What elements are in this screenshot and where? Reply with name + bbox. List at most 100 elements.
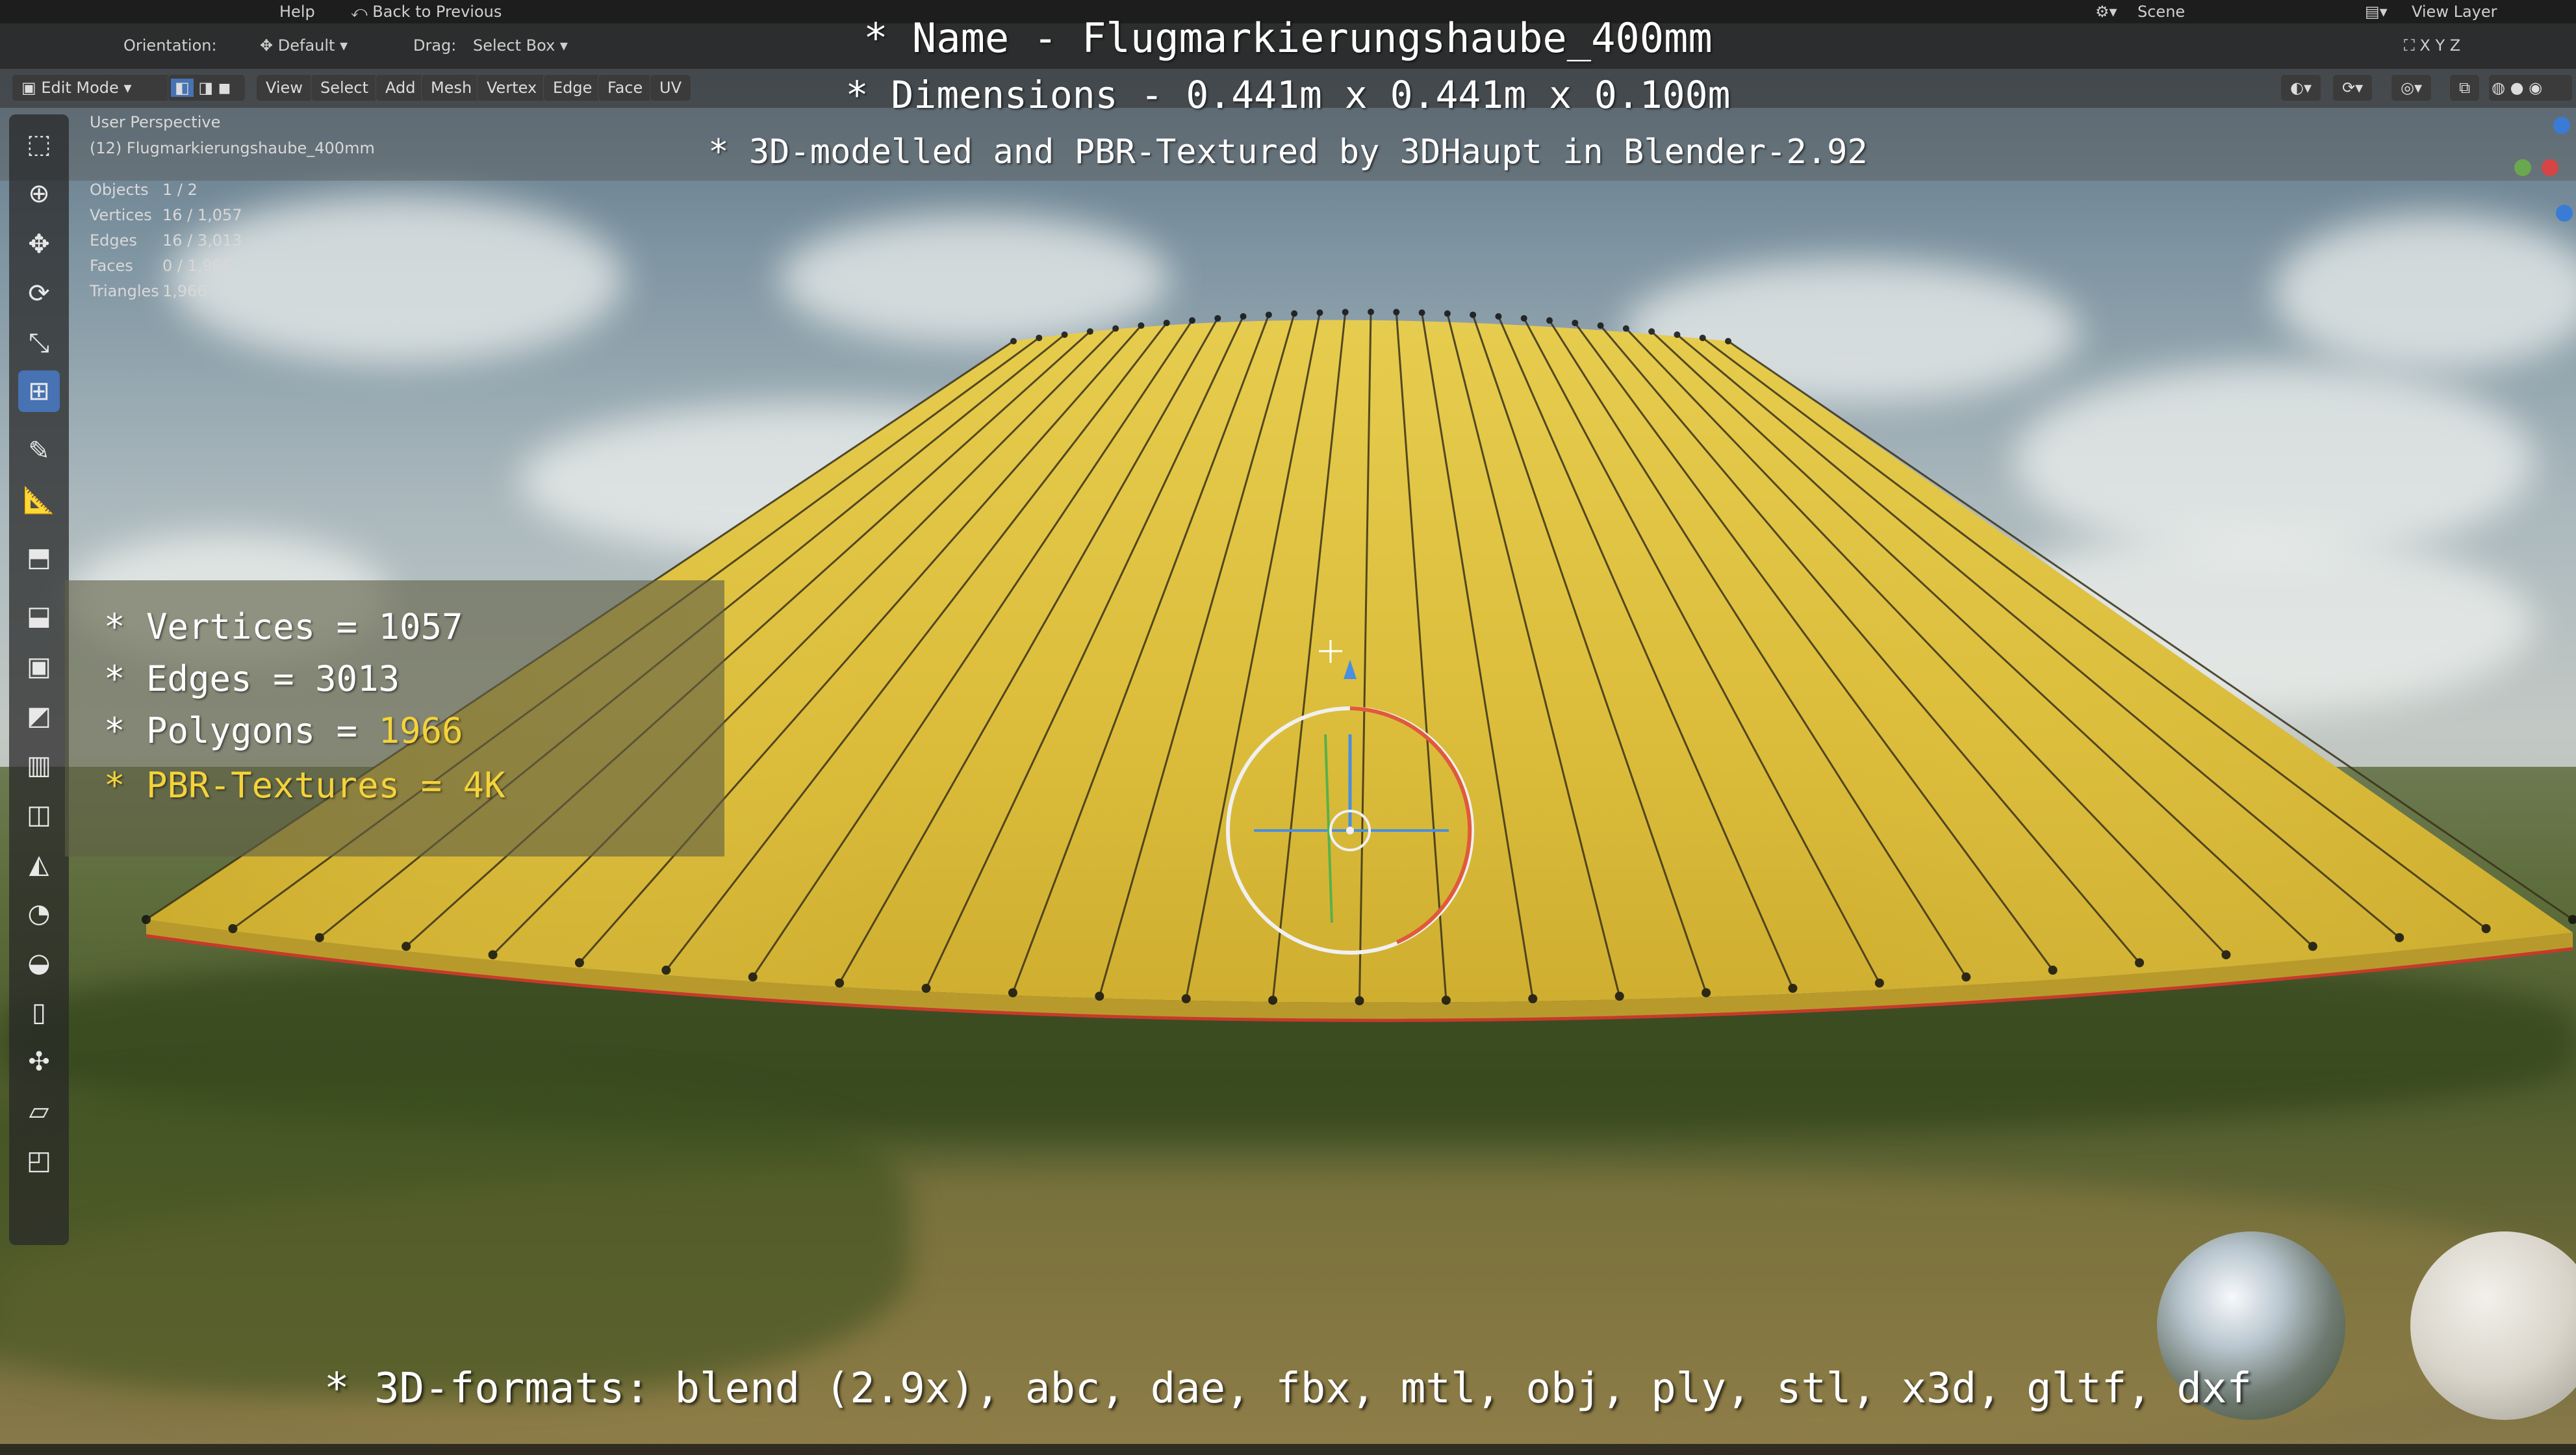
annotate-icon[interactable]: ✎: [18, 430, 60, 472]
vertex-dot: [1265, 311, 1272, 318]
inset-icon[interactable]: ▣: [18, 646, 60, 688]
vertex-dot: [1528, 994, 1538, 1003]
vertex-dot: [488, 950, 498, 960]
smooth-icon[interactable]: ◒: [18, 942, 60, 984]
measure-icon[interactable]: 📐: [18, 480, 60, 521]
vertex-dot: [2135, 958, 2145, 968]
vertex-dot: [661, 965, 671, 975]
vertices-stat: * Vertices = 1057: [104, 606, 463, 647]
stat-label: Faces: [90, 257, 133, 275]
vertex-dot: [1788, 983, 1798, 993]
vertex-dot: [1393, 309, 1400, 316]
vertex-dot: [1674, 331, 1681, 338]
stat-value: 16 / 3,013: [162, 231, 242, 250]
vertex-dot: [1095, 991, 1104, 1001]
vertex-dot: [1316, 309, 1323, 316]
vertex-dot: [1010, 338, 1017, 344]
stat-label: Triangles: [90, 282, 159, 300]
vertex-dot: [748, 972, 758, 982]
vertex-dot: [1441, 996, 1451, 1005]
move-icon[interactable]: ✥: [18, 224, 60, 265]
extrude-icon[interactable]: ⬓: [18, 595, 60, 637]
vertex-dot: [314, 933, 324, 942]
poly-build-icon[interactable]: ◭: [18, 843, 60, 885]
loop-cut-icon[interactable]: ▥: [18, 745, 60, 786]
vertex-dot: [835, 978, 845, 988]
vertex-dot: [2395, 933, 2404, 942]
vertex-dot: [1546, 317, 1553, 324]
navigation-gizmo[interactable]: [2501, 110, 2573, 240]
vertex-dot: [1572, 319, 1579, 326]
vertex-dot: [1008, 988, 1017, 998]
vertex-dot: [2048, 965, 2058, 975]
formats-line: * 3D-formats: blend (2.9x), abc, dae, fb…: [324, 1365, 2252, 1413]
vertex-dot: [1112, 325, 1119, 332]
vertex-dot: [1268, 996, 1278, 1005]
stat-value: 0 / 1,966: [162, 257, 233, 275]
z-axis-dot[interactable]: [2553, 117, 2570, 134]
bevel-icon[interactable]: ◩: [18, 695, 60, 737]
vertex-dot: [1597, 322, 1604, 329]
stat-value: 1,966: [162, 282, 207, 300]
vertex-dot: [2308, 942, 2317, 951]
pbr-textures-stat: * PBR-Textures = 4K: [104, 765, 505, 806]
model-credit-line: * 3D-modelled and PBR-Textured by 3DHaup…: [708, 133, 1868, 172]
transform-icon[interactable]: ⊞: [18, 370, 60, 412]
vertex-dot: [1648, 328, 1655, 335]
stat-label: Edges: [90, 231, 137, 250]
rip-icon[interactable]: ◰: [18, 1140, 60, 1181]
rotate-icon[interactable]: ⟳: [18, 273, 60, 315]
stat-label: Objects: [90, 181, 149, 199]
vertex-dot: [1086, 328, 1093, 335]
tool-shelf: ⬚ ⊕ ✥ ⟳ ⤡ ⊞ ✎ 📐 ⬒ ⬓ ▣ ◩ ▥ ◫ ◭ ◔ ◒ ▯ ✣ ▱ …: [9, 114, 69, 1245]
vertex-dot: [1342, 309, 1349, 316]
vertex-dot: [1355, 996, 1364, 1005]
vertex-dot: [1291, 310, 1298, 317]
vertex-dot: [1061, 331, 1068, 338]
vertex-dot: [228, 923, 238, 933]
active-object-label: (12) Flugmarkierungshaube_400mm: [90, 139, 375, 157]
vertex-dot: [1240, 313, 1247, 320]
vertex-dot: [1163, 319, 1170, 326]
vertex-dot: [1138, 322, 1145, 329]
vertex-dot: [1368, 309, 1374, 315]
y-axis-dot[interactable]: [2514, 159, 2531, 176]
shear-icon[interactable]: ▱: [18, 1090, 60, 1132]
polygons-stat: * Polygons = 1966: [104, 710, 463, 751]
vertex-dot: [1189, 317, 1195, 324]
neg-z-axis-dot[interactable]: [2556, 205, 2573, 222]
edges-stat: * Edges = 3013: [104, 658, 400, 699]
vertex-dot: [921, 983, 931, 993]
stat-value: 16 / 1,057: [162, 206, 242, 224]
vertex-dot: [1699, 334, 1706, 341]
vertex-dot: [1622, 325, 1629, 332]
vertex-dot: [1181, 994, 1191, 1003]
vertex-dot: [1725, 338, 1731, 344]
shrink-fatten-icon[interactable]: ✣: [18, 1041, 60, 1083]
knife-icon[interactable]: ◫: [18, 794, 60, 836]
vertex-dot: [1444, 310, 1451, 317]
vertex-dot: [2221, 950, 2231, 960]
vertex-dot: [1702, 988, 1711, 998]
vertex-dot: [2481, 923, 2491, 933]
model-dimensions-line: * Dimensions - 0.441m x 0.441m x 0.100m: [845, 73, 1731, 117]
edge-slide-icon[interactable]: ▯: [18, 992, 60, 1033]
select-box-icon[interactable]: ⬚: [18, 123, 60, 165]
vertex-dot: [402, 942, 411, 951]
status-bar: [0, 1444, 2576, 1455]
scale-icon[interactable]: ⤡: [18, 322, 60, 364]
vertex-dot: [1495, 313, 1502, 320]
x-axis-dot[interactable]: [2542, 159, 2558, 176]
vertex-dot: [1214, 315, 1221, 322]
model-name-line: * Name - Flugmarkierungshaube_400mm: [863, 14, 1713, 62]
vertex-dot: [1418, 309, 1425, 316]
add-cube-icon[interactable]: ⬒: [18, 537, 60, 578]
vertex-dot: [1036, 334, 1043, 341]
vertex-dot: [574, 958, 584, 968]
vertex-dot: [1470, 311, 1477, 318]
vertex-dot: [1874, 978, 1884, 988]
vertex-dot: [1614, 991, 1624, 1001]
cursor-icon[interactable]: ⊕: [18, 173, 60, 214]
spin-icon[interactable]: ◔: [18, 893, 60, 934]
perspective-label: User Perspective: [90, 113, 221, 131]
